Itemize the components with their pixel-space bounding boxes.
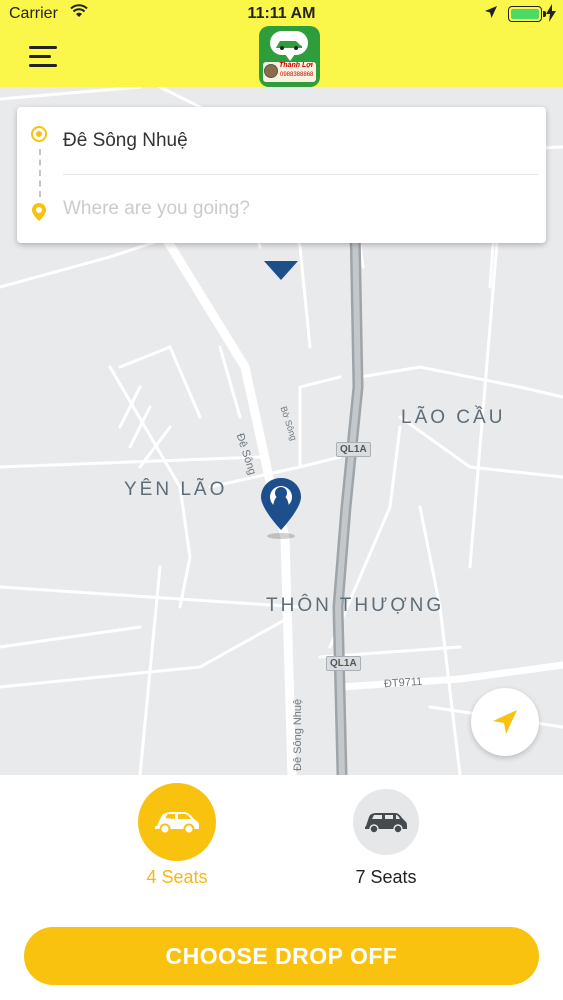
divider [63,174,538,175]
origin-dot-icon [31,126,47,142]
highway-shield: QL1A [336,442,371,457]
vehicle-option-label: 4 Seats [146,867,208,887]
origin-field[interactable]: Đê Sông Nhuệ [63,130,188,152]
top-bar: Carrier 11:11 AM Thành Lợi 0988388868 [0,0,563,87]
map-area-label: YÊN LÃO [124,479,228,500]
battery-icon [508,6,546,22]
vehicle-option-circle [138,783,216,861]
navigation-arrow-icon [493,710,517,734]
logo-brand-text: Thành Lợi [279,62,313,69]
location-arrow-icon [485,6,497,18]
clock: 11:11 AM [247,5,316,22]
route-card: Đê Sông Nhuệ [17,107,546,243]
vehicle-option-circle [353,789,419,855]
pickup-pin-icon [261,478,301,539]
car-7-seats-icon [365,813,407,834]
destination-input[interactable] [63,195,523,223]
hamburger-menu-icon[interactable] [27,42,61,70]
map-area-label: THÔN THƯỢNG [266,595,445,616]
charging-bolt-icon [546,4,556,22]
app-logo: Thành Lợi 0988388868 [259,26,320,87]
choose-drop-off-button[interactable]: CHOOSE DROP OFF [24,927,539,985]
vehicle-option-4-seats[interactable]: 4 Seats [112,783,242,888]
my-location-button[interactable] [471,688,539,756]
highway-shield: QL1A [326,656,361,671]
car-4-seats-icon [155,812,199,835]
road-label: Đê Sông Nhuệ [292,698,304,771]
vehicle-option-label: 7 Seats [355,867,417,887]
logo-phone-text: 0988388868 [280,72,314,78]
destination-pin-icon [32,203,46,221]
route-connector [39,149,41,197]
card-pointer-icon [264,261,298,280]
vehicle-option-7-seats[interactable]: 7 Seats [321,789,451,888]
map-area-label: LÃO CẦU [401,407,506,428]
